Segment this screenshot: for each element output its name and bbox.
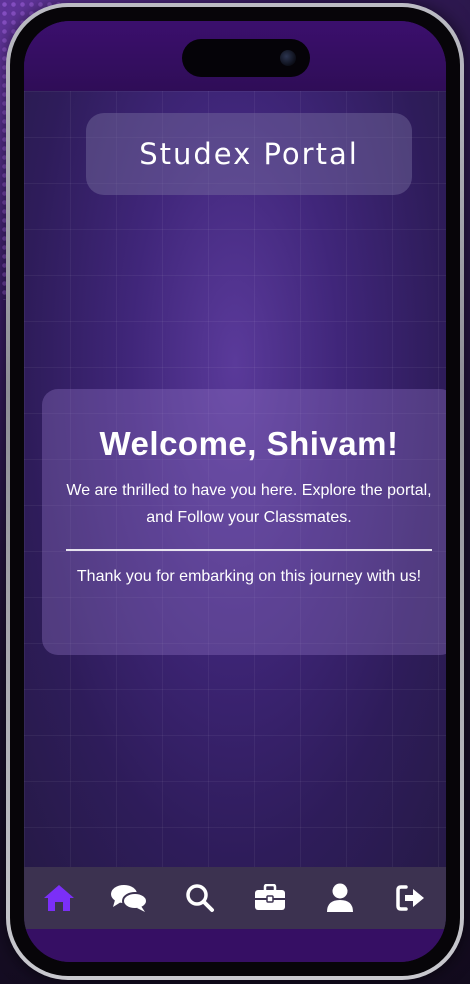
home-indicator-area	[24, 929, 446, 962]
nav-profile[interactable]	[320, 878, 360, 918]
search-icon	[186, 884, 214, 912]
welcome-message: We are thrilled to have you here. Explor…	[66, 482, 432, 526]
main-content: Studex Portal Welcome, Shivam! We are th…	[24, 91, 446, 867]
logout-icon	[396, 885, 424, 911]
welcome-card: Welcome, Shivam! We are thrilled to have…	[42, 389, 446, 655]
phone-bezel: Studex Portal Welcome, Shivam! We are th…	[10, 7, 460, 976]
home-icon	[44, 885, 75, 911]
nav-logout[interactable]	[391, 878, 431, 918]
nav-search[interactable]	[180, 878, 220, 918]
divider	[66, 549, 432, 551]
welcome-heading: Welcome, Shivam!	[99, 425, 399, 462]
phone-screen: Studex Portal Welcome, Shivam! We are th…	[24, 21, 446, 962]
nav-chat[interactable]	[109, 878, 149, 918]
thanks-message: Thank you for embarking on this journey …	[76, 568, 422, 585]
briefcase-icon	[255, 884, 286, 910]
nav-home[interactable]	[39, 878, 79, 918]
chat-icon	[111, 885, 149, 912]
camera-icon	[280, 50, 296, 66]
bottom-nav	[24, 867, 446, 929]
user-icon	[327, 883, 354, 912]
dynamic-island	[182, 39, 310, 77]
phone-frame: Studex Portal Welcome, Shivam! We are th…	[6, 3, 464, 980]
header-card: Studex Portal	[86, 113, 412, 195]
app-title: Studex Portal	[139, 137, 359, 171]
nav-jobs[interactable]	[250, 878, 290, 918]
